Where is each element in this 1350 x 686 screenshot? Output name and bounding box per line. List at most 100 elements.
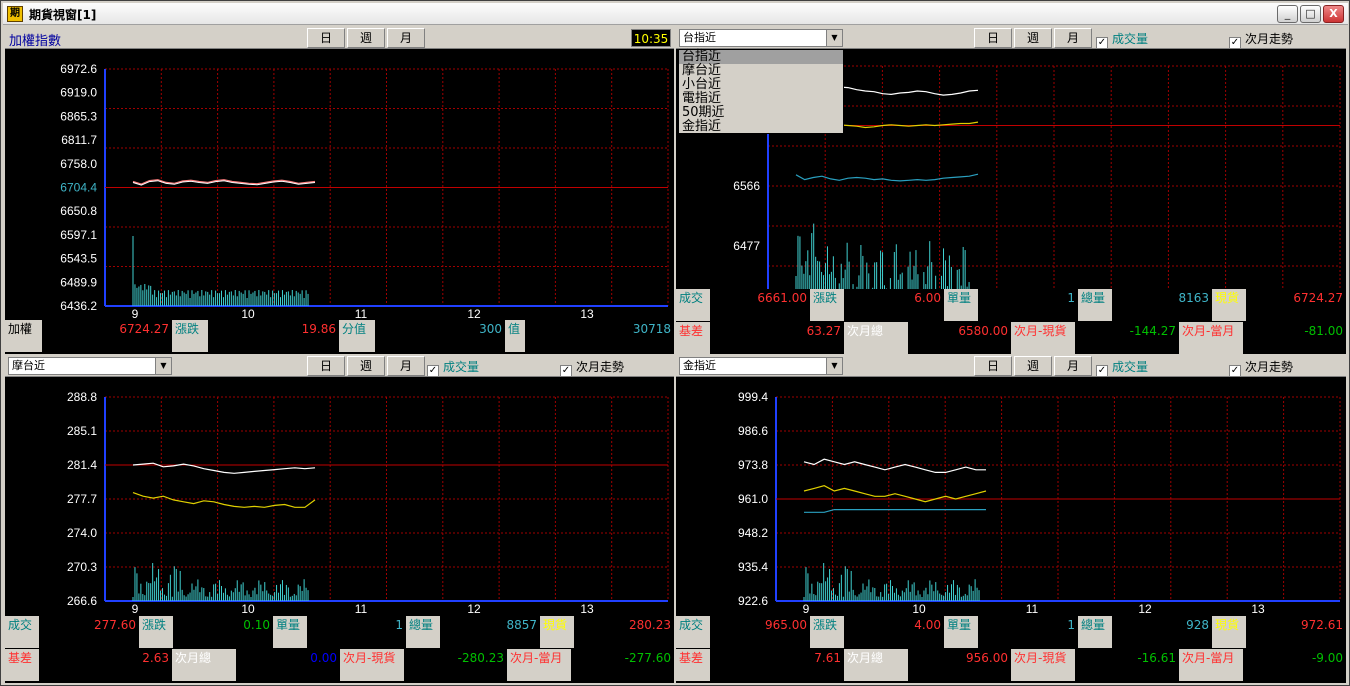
- y-tick-label: 6436.2: [60, 299, 97, 313]
- option-mtx[interactable]: 摩台近: [679, 64, 843, 78]
- stat-label: 基差: [676, 322, 710, 354]
- option-tx[interactable]: 台指近: [679, 50, 843, 64]
- stat-value: -16.61: [1075, 649, 1179, 681]
- tx-near-panel: 台指近▼ 日 週 月 ✓成交量 ✓次月走勢 674366556566647763…: [676, 27, 1346, 354]
- stat-value: 63.27: [710, 322, 844, 354]
- day-button[interactable]: 日: [974, 356, 1012, 376]
- next-month-checkbox[interactable]: ✓ 次月走勢: [1229, 30, 1293, 49]
- y-tick-label: 999.4: [738, 390, 768, 404]
- volume-checkbox[interactable]: ✓ 成交量: [1096, 358, 1148, 377]
- stat-label: 單量: [273, 616, 307, 648]
- x-tick-label: 9: [132, 307, 139, 320]
- stat-value: 8163: [1112, 289, 1212, 321]
- contract-select-value: 台指近: [683, 31, 716, 44]
- y-tick-label: 277.7: [67, 492, 97, 506]
- stat-label-change: 漲跌: [172, 320, 208, 352]
- stat-label: 基差: [5, 649, 39, 681]
- stat-row-2: 基差 2.63 次月總 0.00 次月-現貨 -280.23 次月-當月 -277.60: [5, 649, 674, 681]
- option-50[interactable]: 50期近: [679, 106, 843, 120]
- option-tf[interactable]: 金指近: [679, 120, 843, 134]
- contract-select-value: 摩台近: [12, 359, 45, 372]
- stat-value: 6661.00: [710, 289, 810, 321]
- y-tick-label: 6811.7: [61, 133, 97, 147]
- panel-toolbar: 金指近 ▼ 日 週 月 ✓ 成交量 ✓ 次月走勢: [676, 355, 1346, 377]
- stat-label: 次月總: [172, 649, 236, 681]
- y-tick-label: 6566: [733, 179, 760, 193]
- app-icon: 期: [7, 6, 23, 22]
- chevron-down-icon[interactable]: ▼: [826, 358, 842, 374]
- maximize-button[interactable]: □: [1300, 5, 1321, 23]
- contract-select-value: 金指近: [683, 359, 716, 372]
- volume-label: 成交量: [1112, 32, 1149, 46]
- stat-row-1: 成交 6661.00 漲跌 6.00 單量 1 總量 8163 現貨 6724.27: [676, 289, 1346, 321]
- day-button[interactable]: 日: [974, 28, 1012, 48]
- futures-window: 期 期貨視窗[1] _ □ X 加權指數 日 週 月 10:35 6972.6 6…: [0, 0, 1350, 686]
- checkmark-icon: ✓: [1229, 37, 1241, 49]
- stat-label: 現貨: [1212, 289, 1246, 321]
- weighted-index-panel: 加權指數 日 週 月 10:35 6972.6 6919.0 6865.3 6811.…: [5, 27, 674, 354]
- next-month-checkbox[interactable]: ✓ 次月走勢: [1229, 358, 1293, 377]
- y-tick-label: 6489.9: [60, 275, 97, 289]
- chevron-down-icon[interactable]: ▼: [155, 358, 171, 374]
- clock: 10:35: [631, 29, 671, 47]
- stat-label: 漲跌: [139, 616, 173, 648]
- volume-label: 成交量: [443, 360, 480, 374]
- x-tick-label: 10: [912, 602, 926, 615]
- stat-value: 2.63: [39, 649, 172, 681]
- month-button[interactable]: 月: [387, 356, 425, 376]
- week-button[interactable]: 週: [1014, 28, 1052, 48]
- title-bar[interactable]: 期 期貨視窗[1] _ □ X: [3, 3, 1348, 25]
- stat-value: 0.10: [173, 616, 273, 648]
- stat-row-2: 基差 7.61 次月總 956.00 次月-現貨 -16.61 次月-當月 -9.00: [676, 649, 1346, 681]
- y-tick-label: 266.6: [67, 594, 97, 608]
- x-tick-label: 11: [1026, 602, 1039, 615]
- option-te[interactable]: 電指近: [679, 92, 843, 106]
- contract-dropdown: 台指近 摩台近 小台近 電指近 50期近 金指近: [678, 49, 844, 134]
- contract-select[interactable]: 台指近 ▼: [679, 29, 843, 47]
- week-button[interactable]: 週: [1014, 356, 1052, 376]
- checkmark-icon: ✓: [1096, 37, 1108, 49]
- contract-select[interactable]: 摩台近 ▼: [8, 357, 172, 375]
- stat-label: 成交: [5, 616, 39, 648]
- month-button[interactable]: 月: [1054, 28, 1092, 48]
- stat-value: 280.23: [574, 616, 674, 648]
- y-tick-label: 6597.1: [60, 228, 97, 242]
- msci-near-chart: 288.8 285.1 281.4 277.7 274.0 270.3 266.6 9 10 11…: [5, 377, 674, 615]
- checkmark-icon: ✓: [427, 365, 439, 377]
- week-button[interactable]: 週: [347, 28, 385, 48]
- option-small-tx[interactable]: 小台近: [679, 78, 843, 92]
- stat-value: 1: [307, 616, 406, 648]
- x-tick-label: 12: [467, 602, 481, 615]
- y-tick-label: 922.6: [738, 594, 768, 608]
- checkmark-icon: ✓: [560, 365, 572, 377]
- x-tick-label: 12: [467, 307, 481, 320]
- next-month-checkbox[interactable]: ✓ 次月走勢: [560, 358, 624, 377]
- chevron-down-icon[interactable]: ▼: [826, 30, 842, 46]
- week-button[interactable]: 週: [347, 356, 385, 376]
- stat-value: -144.27: [1075, 322, 1179, 354]
- day-button[interactable]: 日: [307, 28, 345, 48]
- month-button[interactable]: 月: [1054, 356, 1092, 376]
- stat-label: 現貨: [1212, 616, 1246, 648]
- x-tick-label: 11: [355, 307, 368, 320]
- minimize-button[interactable]: _: [1277, 5, 1298, 23]
- y-tick-label: 948.2: [738, 526, 768, 540]
- finance-near-chart: 999.4 986.6 973.8 961.0 948.2 935.4 922.6 9 10 11…: [676, 377, 1346, 615]
- stat-row-2: 基差 63.27 次月總 6580.00 次月-現貨 -144.27 次月-當月 -81.00: [676, 322, 1346, 354]
- stat-label: 次月總: [844, 649, 908, 681]
- y-tick-label: 274.0: [67, 526, 97, 540]
- day-button[interactable]: 日: [307, 356, 345, 376]
- next-month-label: 次月走勢: [1245, 360, 1294, 374]
- stat-value: 6724.27: [1246, 289, 1346, 321]
- volume-checkbox[interactable]: ✓ 成交量: [1096, 30, 1148, 49]
- stat-value-index: 6724.27: [42, 320, 172, 352]
- volume-checkbox[interactable]: ✓ 成交量: [427, 358, 479, 377]
- y-tick-label: 6919.0: [60, 86, 97, 100]
- month-button[interactable]: 月: [387, 28, 425, 48]
- close-button[interactable]: X: [1323, 5, 1344, 23]
- contract-select[interactable]: 金指近 ▼: [679, 357, 843, 375]
- x-tick-label: 11: [355, 602, 368, 615]
- stat-label: 次月-現貨: [1011, 322, 1075, 354]
- x-tick-label: 9: [132, 602, 139, 615]
- stat-value: 956.00: [908, 649, 1011, 681]
